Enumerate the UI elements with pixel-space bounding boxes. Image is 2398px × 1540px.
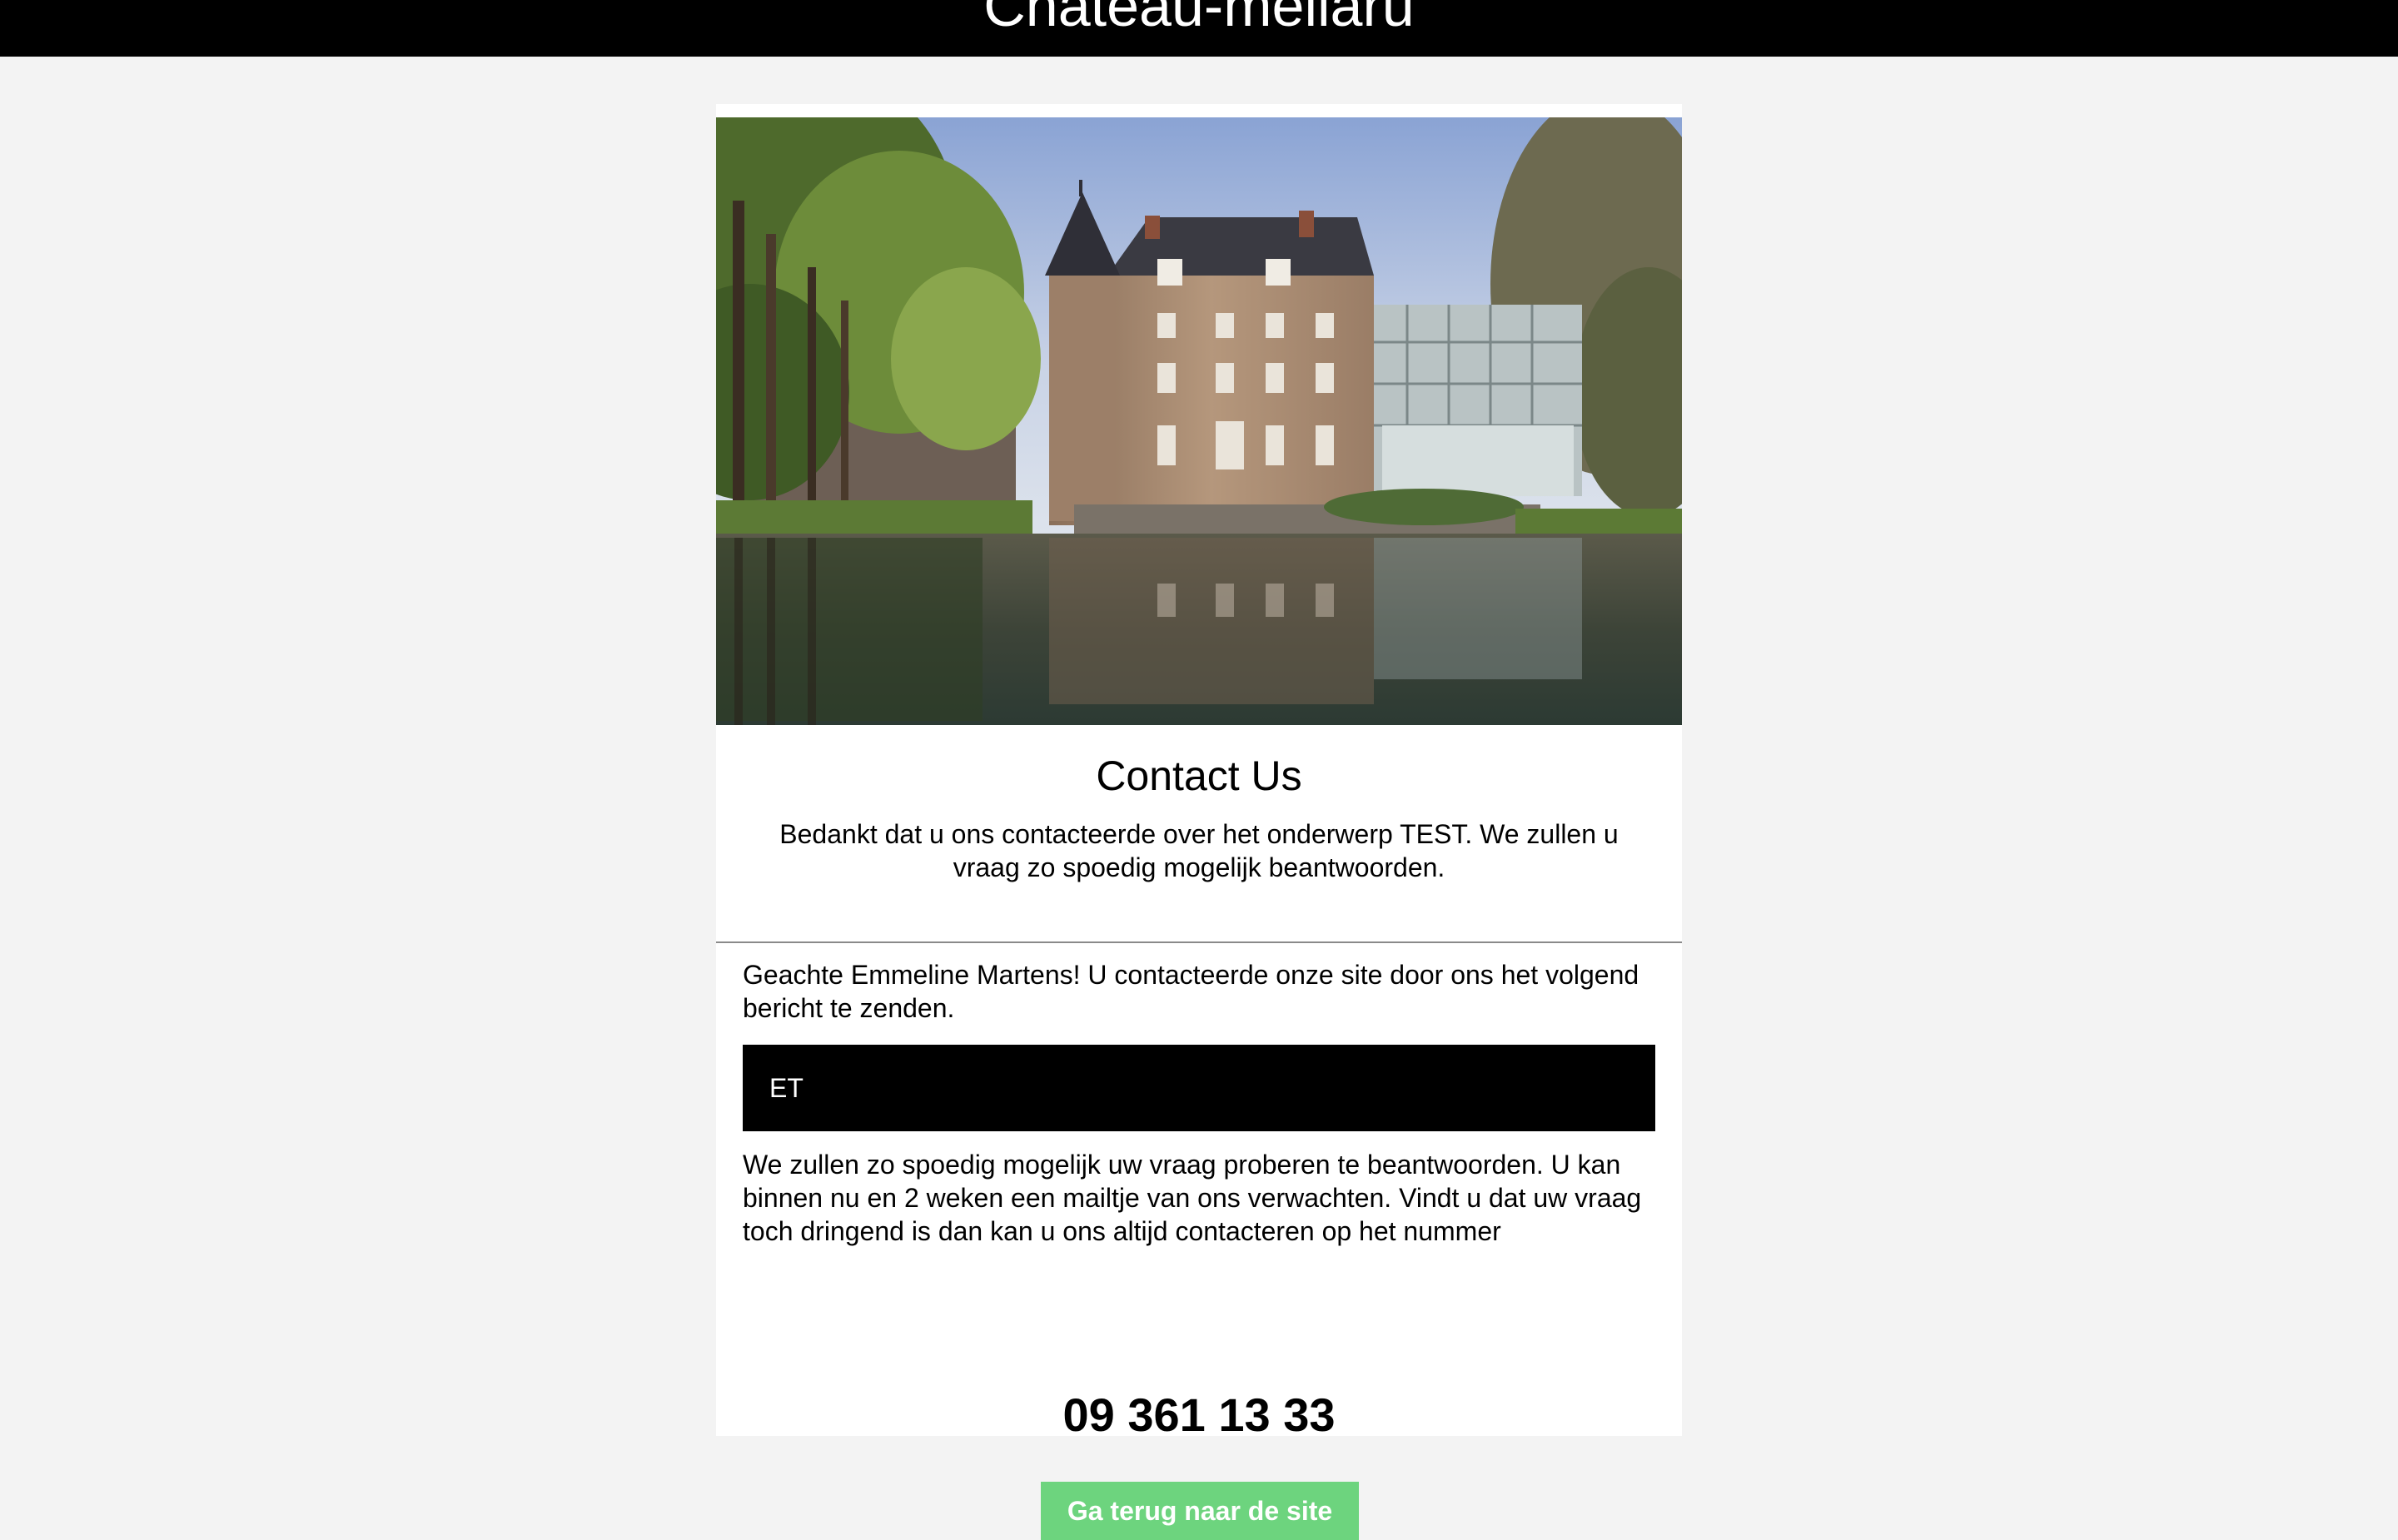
site-title: Chateau-mellaru <box>983 0 1415 38</box>
site-header: Chateau-mellaru <box>0 0 2398 57</box>
back-to-site-button[interactable]: Ga terug naar de site <box>1041 1482 1359 1540</box>
greeting-text: Geachte Emmeline Martens! U contacteerde… <box>743 960 1639 1023</box>
content-card: Contact Us Bedankt dat u ons contacteerd… <box>716 104 1682 1540</box>
chateau-photo <box>716 117 1682 725</box>
phone-number: 09 361 13 33 <box>1062 1388 1336 1441</box>
thanks-message: Bedankt dat u ons contacteerde over het … <box>779 819 1619 882</box>
submitted-message: ET <box>743 1045 1655 1131</box>
section-divider <box>716 941 1682 943</box>
info-text: We zullen zo spoedig mogelijk uw vraag p… <box>743 1150 1642 1246</box>
contact-heading: Contact Us <box>1096 753 1302 799</box>
